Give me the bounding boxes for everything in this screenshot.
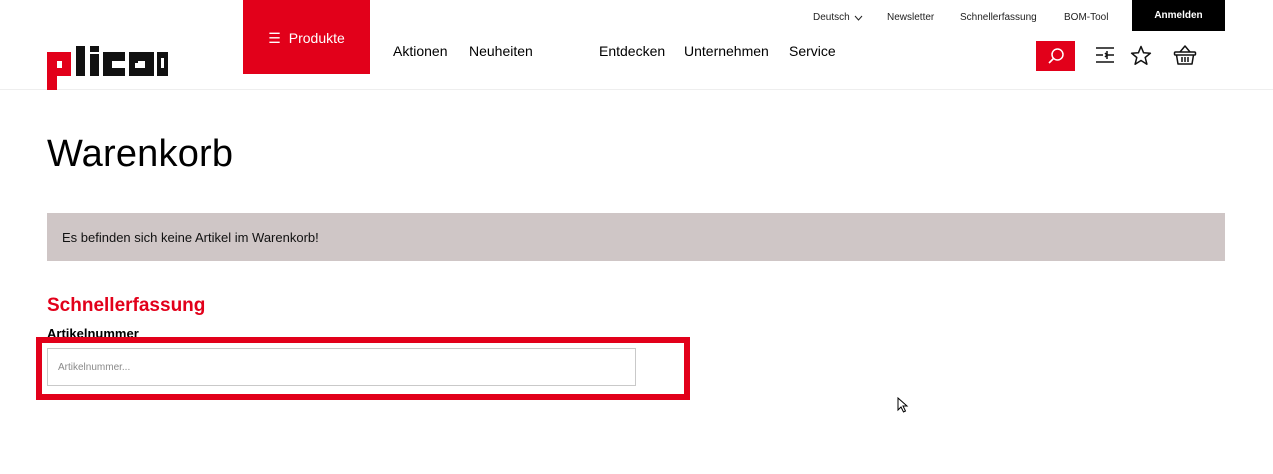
language-selector[interactable]: Deutsch: [813, 12, 863, 23]
bom-tool-link[interactable]: BOM-Tool: [1064, 12, 1108, 23]
nav-aktionen[interactable]: Aktionen: [393, 43, 447, 59]
basket-button[interactable]: [1173, 43, 1197, 67]
products-menu-label: Produkte: [288, 30, 345, 46]
star-icon: [1130, 45, 1152, 65]
favorites-button[interactable]: [1129, 43, 1153, 67]
search-button[interactable]: [1036, 41, 1075, 71]
mouse-cursor-icon: [897, 397, 909, 413]
search-icon: [1047, 48, 1064, 64]
empty-cart-text: Es befinden sich keine Artikel im Warenk…: [62, 229, 319, 245]
login-button[interactable]: Anmelden: [1132, 0, 1225, 31]
plica-logo[interactable]: [47, 46, 168, 90]
newsletter-link[interactable]: Newsletter: [887, 12, 934, 23]
basket-icon: [1173, 45, 1197, 65]
compare-icon: [1096, 47, 1114, 63]
menu-icon: ☰: [268, 30, 281, 46]
nav-neuheiten[interactable]: Neuheiten: [469, 43, 533, 59]
chevron-down-icon: [854, 15, 863, 21]
nav-entdecken[interactable]: Entdecken: [599, 43, 665, 59]
quick-entry-title: Schnellerfassung: [47, 295, 206, 316]
language-label: Deutsch: [813, 12, 850, 23]
article-number-input[interactable]: [47, 348, 636, 386]
quick-entry-link[interactable]: Schnellerfassung: [960, 12, 1037, 23]
site-header: ☰ Produkte Aktionen Neuheiten Entdecken …: [0, 0, 1273, 90]
compare-button[interactable]: [1093, 43, 1117, 67]
nav-service[interactable]: Service: [789, 43, 836, 59]
page-title: Warenkorb: [47, 133, 234, 175]
nav-unternehmen[interactable]: Unternehmen: [684, 43, 769, 59]
products-menu-button[interactable]: ☰ Produkte: [243, 0, 370, 74]
empty-cart-notice: Es befinden sich keine Artikel im Warenk…: [47, 213, 1225, 261]
